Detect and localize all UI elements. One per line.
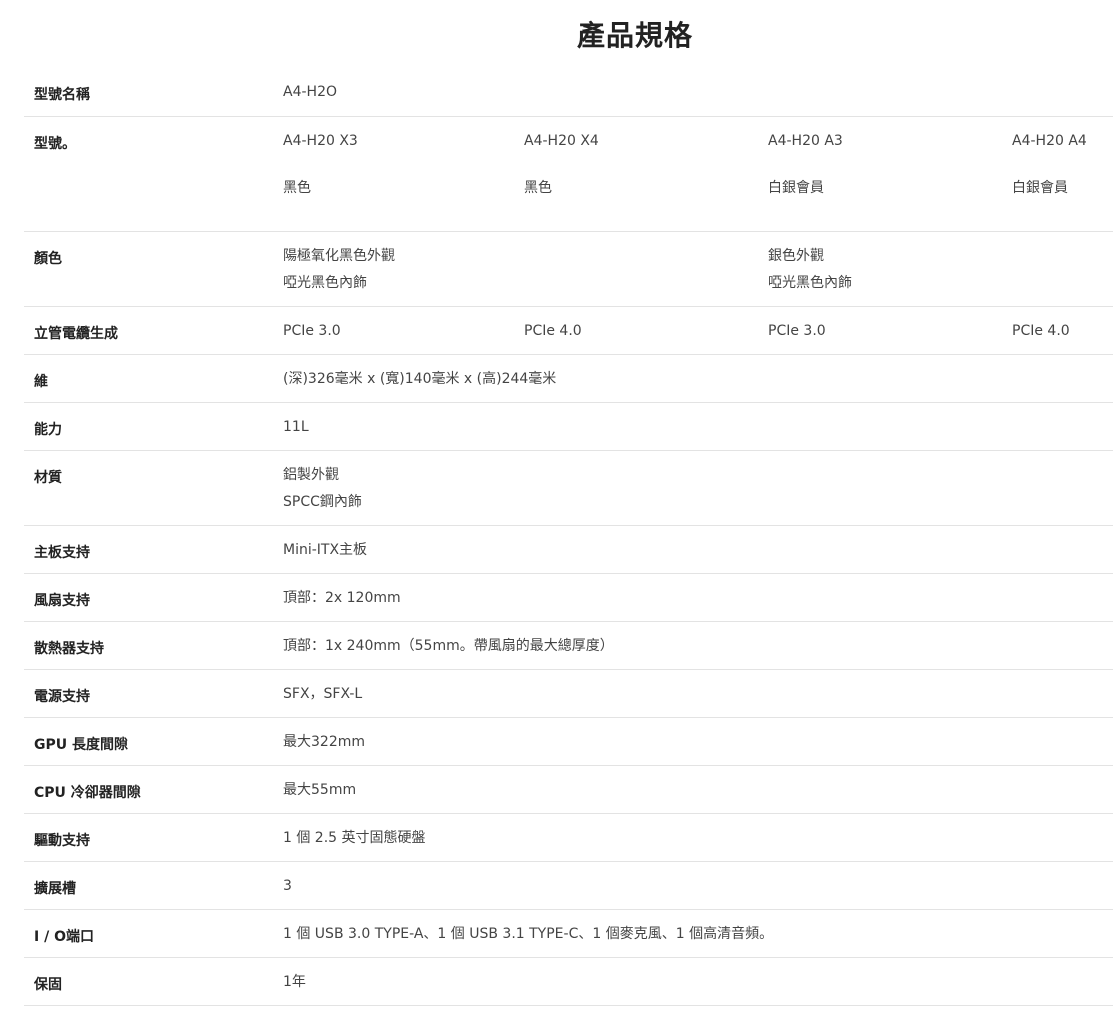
spec-value: 最大55mm [283, 782, 357, 798]
spec-label: 能力 [34, 422, 62, 438]
spec-row-model: 型號。 A4-H20 X3 A4-H20 X4 A4-H20 A3 A4-H20… [24, 117, 1113, 232]
riser-value: PCIe 4.0 [524, 323, 582, 339]
spec-value: 頂部：1x 240mm（55mm。帶風扇的最大總厚度） [283, 638, 614, 654]
spec-value: Mini-ITX主板 [283, 542, 368, 558]
spec-label: CPU 冷卻器間隙 [34, 785, 141, 801]
spec-row-model-name: 型號名稱 A4-H2O [24, 68, 1113, 117]
page-title: 產品規格 [576, 19, 693, 52]
spec-label: 保固 [34, 977, 62, 993]
spec-table: 型號名稱 A4-H2O 型號。 A4-H20 X3 A4-H20 X4 A4-H… [24, 68, 1113, 1006]
spec-label: 電源支持 [34, 689, 90, 705]
spec-row-material: 材質 鋁製外觀 SPCC鋼內飾 [24, 451, 1113, 526]
spec-row-riser: 立管電纜生成 PCIe 3.0 PCIe 4.0 PCIe 3.0 PCIe 4… [24, 307, 1113, 355]
color-silver-interior: 啞光黑色內飾 [768, 275, 852, 291]
spec-row-io: I / O端口 1 個 USB 3.0 TYPE-A、1 個 USB 3.1 T… [24, 910, 1113, 958]
spec-value: 鋁製外觀 [283, 467, 339, 483]
spec-label: 擴展槽 [34, 881, 76, 897]
spec-label: 主板支持 [34, 545, 90, 561]
riser-value: PCIe 4.0 [1012, 323, 1070, 339]
spec-value: 11L [283, 419, 309, 435]
color-black-exterior: 陽極氧化黑色外觀 [283, 248, 395, 264]
spec-value: (深)326毫米 x (寬)140毫米 x (高)244毫米 [283, 371, 557, 387]
spec-row-capacity: 能力 11L [24, 403, 1113, 451]
spec-label: 驅動支持 [34, 833, 90, 849]
riser-value: PCIe 3.0 [283, 323, 341, 339]
riser-value: PCIe 3.0 [768, 323, 826, 339]
spec-row-cpu: CPU 冷卻器間隙 最大55mm [24, 766, 1113, 814]
model-variant-color: 白銀會員 [768, 180, 824, 196]
spec-label: 顏色 [34, 251, 62, 267]
color-black-interior: 啞光黑色內飾 [283, 275, 367, 291]
model-variant-color: 黑色 [524, 180, 552, 196]
model-variant-color: 黑色 [283, 180, 311, 196]
spec-row-psu: 電源支持 SFX，SFX-L [24, 670, 1113, 718]
spec-value: 頂部：2x 120mm [283, 590, 401, 606]
spec-label: 立管電纜生成 [34, 326, 118, 342]
spec-value: 1 個 USB 3.0 TYPE-A、1 個 USB 3.1 TYPE-C、1 … [283, 926, 774, 942]
spec-row-drive: 驅動支持 1 個 2.5 英寸固態硬盤 [24, 814, 1113, 862]
spec-value: A4-H2O [283, 84, 337, 100]
spec-value: 1 個 2.5 英寸固態硬盤 [283, 830, 426, 846]
model-variant-name: A4-H20 A3 [768, 133, 843, 149]
spec-value: SPCC鋼內飾 [283, 494, 362, 510]
model-variant-name: A4-H20 X3 [283, 133, 358, 149]
spec-value: SFX，SFX-L [283, 686, 363, 702]
spec-row-expansion: 擴展槽 3 [24, 862, 1113, 910]
spec-label: GPU 長度間隙 [34, 737, 128, 753]
spec-row-motherboard: 主板支持 Mini-ITX主板 [24, 526, 1113, 574]
spec-row-radiator: 散熱器支持 頂部：1x 240mm（55mm。帶風扇的最大總厚度） [24, 622, 1113, 670]
spec-label: 型號名稱 [34, 87, 90, 103]
spec-row-gpu: GPU 長度間隙 最大322mm [24, 718, 1113, 766]
spec-value: 最大322mm [283, 734, 365, 750]
model-variant-name: A4-H20 X4 [524, 133, 599, 149]
model-variant-color: 白銀會員 [1012, 180, 1068, 196]
spec-row-fan: 風扇支持 頂部：2x 120mm [24, 574, 1113, 622]
spec-label: 風扇支持 [34, 593, 90, 609]
spec-label: I / O端口 [34, 929, 94, 945]
spec-row-dimensions: 維 (深)326毫米 x (寬)140毫米 x (高)244毫米 [24, 355, 1113, 403]
spec-value: 3 [283, 878, 292, 894]
spec-label: 散熱器支持 [34, 641, 104, 657]
spec-row-warranty: 保固 1年 [24, 958, 1113, 1006]
spec-value: 1年 [283, 974, 306, 990]
spec-label: 維 [34, 374, 48, 390]
model-variant-name: A4-H20 A4 [1012, 133, 1087, 149]
spec-label: 型號。 [34, 136, 76, 152]
spec-row-color: 顏色 陽極氧化黑色外觀 啞光黑色內飾 銀色外觀 啞光黑色內飾 [24, 232, 1113, 307]
spec-label: 材質 [34, 470, 62, 486]
color-silver-exterior: 銀色外觀 [768, 248, 824, 264]
